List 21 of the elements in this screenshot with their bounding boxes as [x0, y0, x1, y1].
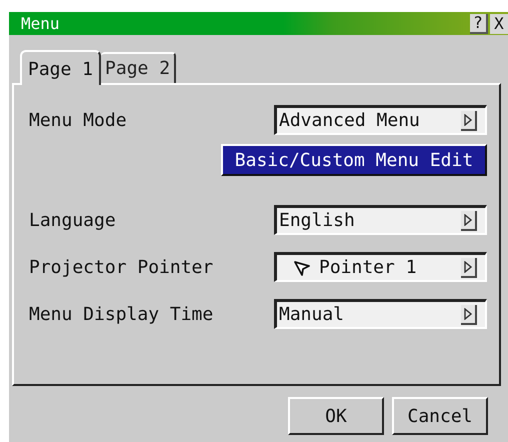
setting-label: Projector Pointer	[29, 256, 214, 280]
window-title: Menu	[21, 12, 60, 34]
dropdown-field[interactable]: Manual	[274, 299, 487, 329]
setting-label: Menu Display Time	[29, 302, 214, 326]
cursor-arrow-icon	[293, 258, 311, 276]
tab[interactable]: Page 2	[101, 52, 176, 83]
tab[interactable]: Page 1	[20, 50, 102, 85]
dropdown-value: Pointer 1	[319, 256, 417, 280]
dropdown-field[interactable]: Advanced Menu	[274, 105, 487, 135]
setting-label: Menu Mode	[29, 108, 127, 132]
close-button[interactable]: X	[490, 14, 508, 34]
dropdown-value: English	[279, 209, 355, 233]
dropdown-field[interactable]: Pointer 1	[274, 252, 487, 282]
dropdown-field[interactable]: English	[274, 205, 487, 235]
dialog-button[interactable]: OK	[288, 397, 384, 435]
menu-edit-button[interactable]: Basic/Custom Menu Edit	[221, 144, 487, 176]
setting-label: Language	[29, 208, 116, 232]
dialog-button[interactable]: Cancel	[392, 397, 488, 435]
dropdown-value: Manual	[279, 303, 344, 327]
dropdown-value: Advanced Menu	[279, 109, 420, 133]
help-button[interactable]: ?	[470, 14, 488, 34]
